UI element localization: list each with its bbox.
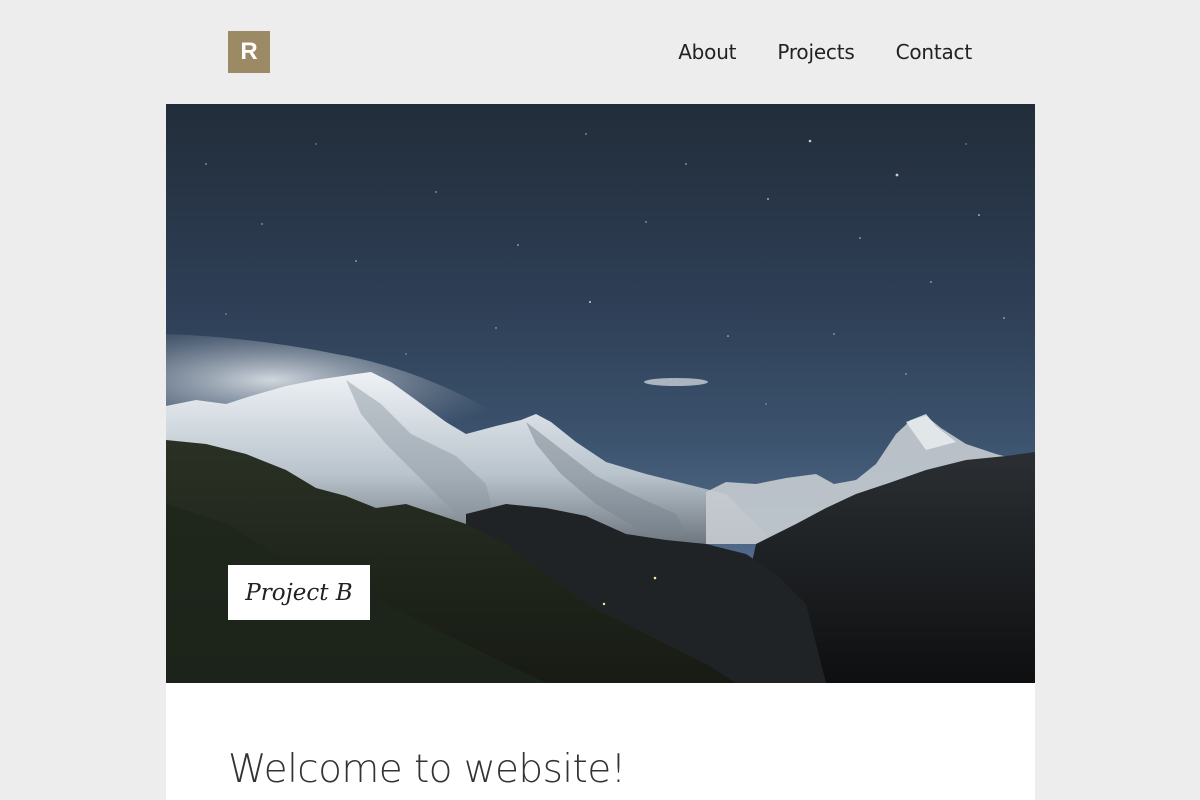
content-section: Welcome to website! xyxy=(166,683,1035,800)
hero-image: Project B xyxy=(166,104,1035,683)
nav-projects-link[interactable]: Projects xyxy=(777,40,854,64)
nav-about-link[interactable]: About xyxy=(678,40,736,64)
page-title: Welcome to website! xyxy=(228,747,626,792)
logo[interactable]: R xyxy=(228,31,270,73)
nav-contact-link[interactable]: Contact xyxy=(896,40,973,64)
main-nav: About Projects Contact xyxy=(678,40,972,64)
project-label[interactable]: Project B xyxy=(228,565,370,620)
site-header: R About Projects Contact xyxy=(0,0,1200,104)
